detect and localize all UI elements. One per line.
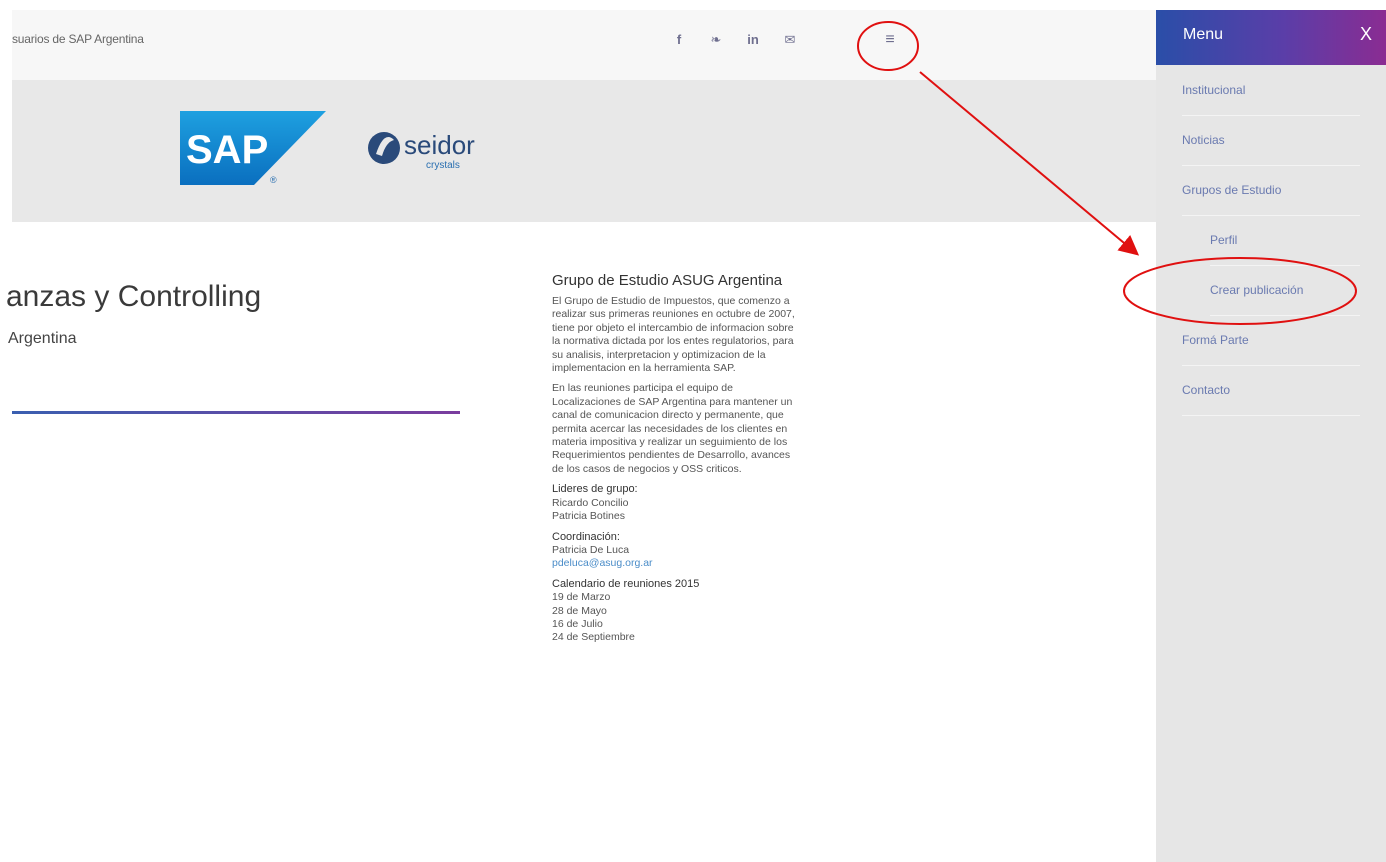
side-menu-title: Menu [1183, 26, 1224, 43]
meeting-date: 24 de Septiembre [552, 631, 635, 644]
seidor-name: seidor [404, 130, 475, 160]
info-heading: Grupo de Estudio ASUG Argentina [552, 272, 783, 289]
sap-logo: SAP ® [180, 111, 326, 185]
seidor-subtitle: crystals [426, 160, 460, 171]
menu-item-crear-publicacion[interactable]: Crear publicación [1210, 265, 1360, 316]
facebook-icon[interactable]: f [667, 28, 691, 52]
linkedin-icon[interactable]: in [741, 28, 765, 52]
coordinator-email-link[interactable]: pdeluca@asug.org.ar [552, 557, 653, 569]
info-column: Grupo de Estudio ASUG Argentina El Grupo… [552, 272, 796, 652]
page-title: anzas y Controlling [6, 280, 262, 313]
info-paragraph-1: El Grupo de Estudio de Impuestos, que co… [552, 295, 795, 375]
site-name[interactable]: suarios de SAP Argentina [12, 32, 144, 46]
coordinator-name: Patricia De Luca [552, 543, 630, 556]
menu-item-forma-parte[interactable]: Formá Parte [1182, 315, 1360, 366]
seidor-logo: seidor crystals [368, 130, 475, 171]
coordination-block: Coordinación: Patricia De Luca pdeluca@a… [552, 531, 796, 571]
side-menu: Menu X Institucional Noticias Grupos de … [1156, 10, 1386, 862]
leaders-label: Lideres de grupo: [552, 483, 638, 496]
leader-name: Patricia Botines [552, 510, 625, 523]
meeting-date: 16 de Julio [552, 617, 603, 630]
svg-text:®: ® [270, 175, 277, 185]
email-icon[interactable]: ✉ [778, 28, 802, 52]
meeting-date: 28 de Mayo [552, 604, 607, 617]
page-subtitle: Argentina [8, 330, 77, 347]
leaders-block: Lideres de grupo: Ricardo Concilio Patri… [552, 483, 796, 523]
twitter-icon[interactable]: ❧ [704, 28, 728, 52]
calendar-label: Calendario de reuniones 2015 [552, 577, 700, 590]
menu-item-noticias[interactable]: Noticias [1182, 115, 1360, 166]
top-bar: suarios de SAP Argentina f ❧ in ✉ ≡ [12, 10, 1156, 80]
menu-item-institucional[interactable]: Institucional [1182, 65, 1360, 116]
title-divider [12, 411, 460, 414]
leader-name: Ricardo Concilio [552, 496, 629, 509]
close-menu-button[interactable]: X [1360, 24, 1372, 45]
sap-logo-text: SAP [186, 128, 268, 172]
info-paragraph-2: En las reuniones participa el equipo de … [552, 382, 793, 475]
menu-item-grupos-de-estudio[interactable]: Grupos de Estudio [1182, 165, 1360, 216]
menu-item-perfil[interactable]: Perfil [1210, 215, 1360, 266]
side-menu-header: Menu X [1156, 10, 1386, 65]
coordination-label: Coordinación: [552, 530, 620, 543]
menu-item-contacto[interactable]: Contacto [1182, 365, 1360, 416]
hamburger-menu-icon[interactable]: ≡ [878, 28, 902, 52]
calendar-block: Calendario de reuniones 2015 19 de Marzo… [552, 578, 796, 645]
meeting-date: 19 de Marzo [552, 591, 611, 604]
